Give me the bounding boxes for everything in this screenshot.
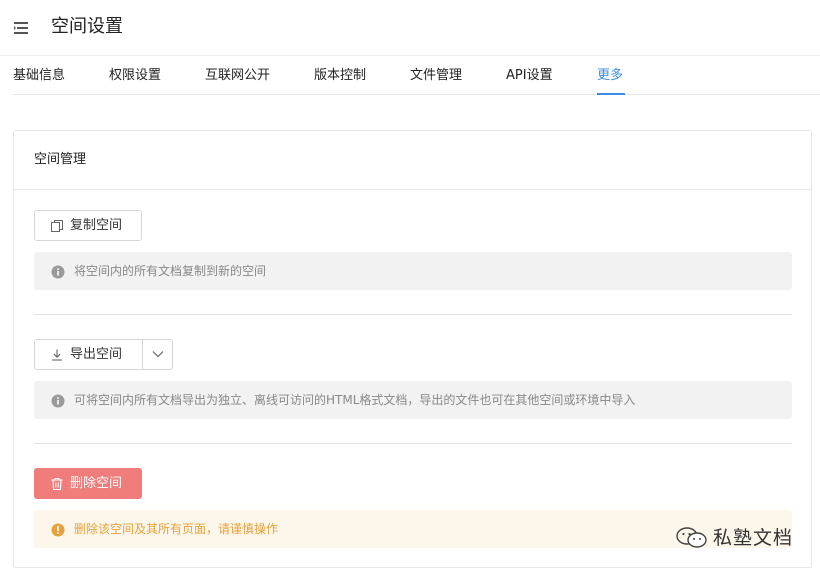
chevron-down-icon xyxy=(152,351,164,358)
warning-icon xyxy=(51,522,65,537)
delete-space-button[interactable]: 删除空间 xyxy=(34,468,142,499)
copy-icon xyxy=(50,219,64,233)
tab-bar: 基础信息 权限设置 互联网公开 版本控制 文件管理 API设置 更多 xyxy=(13,56,820,96)
watermark: 私塾文档 xyxy=(676,525,806,553)
export-space-info-text: 可将空间内所有文档导出为独立、离线可访问的HTML格式文档，导出的文件也可在其他… xyxy=(74,393,636,407)
tab-public-internet[interactable]: 互联网公开 xyxy=(205,66,270,86)
tab-basic-info[interactable]: 基础信息 xyxy=(13,66,65,86)
page-title: 空间设置 xyxy=(51,16,123,37)
section-divider xyxy=(34,314,792,315)
page-header: 空间设置 xyxy=(0,0,820,56)
export-space-info: 可将空间内所有文档导出为独立、离线可访问的HTML格式文档，导出的文件也可在其他… xyxy=(34,381,792,419)
delete-space-warning-text: 删除该空间及其所有页面，请谨慎操作 xyxy=(74,522,279,536)
delete-space-label: 删除空间 xyxy=(70,476,123,491)
copy-space-label: 复制空间 xyxy=(70,218,123,233)
wechat-icon xyxy=(676,527,708,553)
section-divider xyxy=(34,443,792,444)
card-header: 空间管理 xyxy=(14,131,811,190)
card-title: 空间管理 xyxy=(34,152,87,167)
copy-space-info: 将空间内的所有文档复制到新的空间 xyxy=(34,252,792,290)
active-tab-indicator xyxy=(597,93,625,95)
tab-api-settings[interactable]: API设置 xyxy=(506,66,553,86)
menu-icon[interactable] xyxy=(14,20,30,34)
copy-space-button[interactable]: 复制空间 xyxy=(34,210,142,241)
tab-permissions[interactable]: 权限设置 xyxy=(109,66,161,86)
info-icon xyxy=(51,264,65,279)
tab-file-management[interactable]: 文件管理 xyxy=(410,66,462,86)
tab-more[interactable]: 更多 xyxy=(597,66,623,86)
info-icon xyxy=(51,393,65,408)
download-icon xyxy=(50,348,64,362)
watermark-text: 私塾文档 xyxy=(713,527,794,549)
tab-bar-divider xyxy=(13,94,820,95)
copy-space-info-text: 将空间内的所有文档复制到新的空间 xyxy=(74,264,267,278)
trash-icon xyxy=(50,477,64,491)
export-space-label: 导出空间 xyxy=(70,347,123,362)
space-management-card: 空间管理 复制空间 将空间内的所有文档复制到新的空间 导出空间 可将空间内所有文… xyxy=(13,130,812,568)
export-options-dropdown[interactable] xyxy=(142,339,173,370)
tab-version-control[interactable]: 版本控制 xyxy=(314,66,366,86)
export-space-button[interactable]: 导出空间 xyxy=(34,339,143,370)
